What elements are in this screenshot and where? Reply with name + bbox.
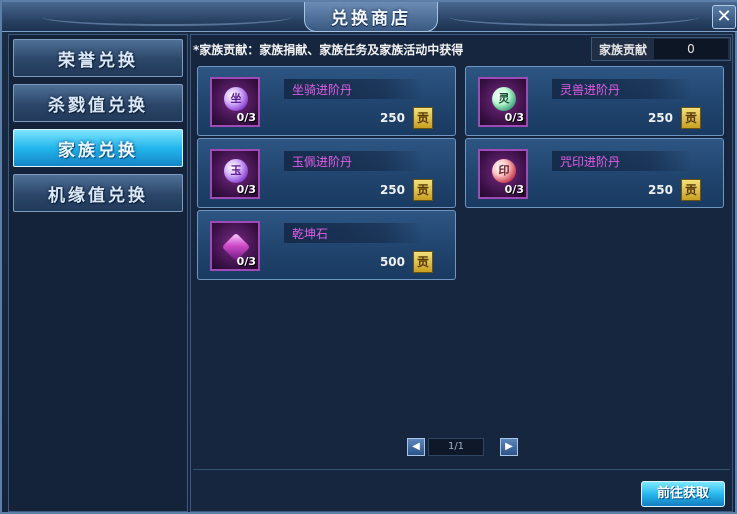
item-slot[interactable]: 灵 0/3 [478,77,528,127]
category-sidebar: 荣誉兑换 杀戮值兑换 家族兑换 机缘值兑换 [8,34,188,512]
tab-label: 荣誉兑换 [58,50,138,71]
exchange-shop-window: 兑换商店 ✕ 荣誉兑换 杀戮值兑换 家族兑换 机缘值兑换 *家族贡献：家族捐献、… [0,0,737,514]
contribution-currency-icon: 贡 [681,179,701,201]
item-price: 250 [647,183,673,197]
item-price: 250 [647,111,673,125]
item-name-bar: 玉佩进阶丹 [284,151,424,171]
item-name: 咒印进阶丹 [560,155,621,169]
contribution-currency-icon: 贡 [413,179,433,201]
window-title: 兑换商店 [331,9,411,29]
item-count: 0/3 [236,183,256,196]
contribution-currency-icon: 贡 [413,107,433,129]
tab-label: 杀戮值兑换 [48,95,148,116]
item-count: 0/3 [504,183,524,196]
contribution-value: 0 [654,39,728,59]
shop-item-card[interactable]: 玉 0/3 玉佩进阶丹 250 贡 [197,138,456,208]
item-slot[interactable]: 坐 0/3 [210,77,260,127]
tab-kill-value-exchange[interactable]: 杀戮值兑换 [13,84,183,122]
title-ornament-left [42,8,292,26]
item-name: 乾坤石 [292,227,329,241]
item-name: 玉佩进阶丹 [292,155,353,169]
close-button[interactable]: ✕ [712,5,736,29]
tab-label: 家族兑换 [58,140,138,161]
item-slot[interactable]: 印 0/3 [478,149,528,199]
item-price: 250 [379,183,405,197]
contribution-currency-icon: 贡 [413,251,433,273]
contribution-display: 家族贡献 0 [591,37,731,61]
tab-label: 机缘值兑换 [48,185,148,206]
footer-divider [193,469,730,470]
contribution-currency-icon: 贡 [681,107,701,129]
purple-orb-icon: 玉 [224,159,248,183]
green-orb-icon: 灵 [492,87,516,111]
shop-item-card[interactable]: 坐 0/3 坐骑进阶丹 250 贡 [197,66,456,136]
item-name: 坐骑进阶丹 [292,83,353,97]
next-page-button[interactable]: ▶ [500,438,518,456]
item-name-bar: 乾坤石 [284,223,424,243]
contribution-label: 家族贡献 [598,42,647,57]
title-plaque: 兑换商店 [304,2,438,32]
close-icon: ✕ [716,6,732,27]
item-name-bar: 咒印进阶丹 [552,151,692,171]
item-count: 0/3 [236,111,256,124]
item-name: 灵兽进阶丹 [560,83,621,97]
item-slot[interactable]: 玉 0/3 [210,149,260,199]
item-price: 250 [379,111,405,125]
shop-item-card[interactable]: 印 0/3 咒印进阶丹 250 贡 [465,138,724,208]
item-name-bar: 灵兽进阶丹 [552,79,692,99]
item-name-bar: 坐骑进阶丹 [284,79,424,99]
goto-obtain-button[interactable]: 前往获取 [641,481,725,507]
tab-fortune-value-exchange[interactable]: 机缘值兑换 [13,174,183,212]
tab-honor-exchange[interactable]: 荣誉兑换 [13,39,183,77]
shop-item-card[interactable]: 0/3 乾坤石 500 贡 [197,210,456,280]
prev-page-button[interactable]: ◀ [407,438,425,456]
shop-item-card[interactable]: 灵 0/3 灵兽进阶丹 250 贡 [465,66,724,136]
red-orb-icon: 印 [492,159,516,183]
tab-family-exchange[interactable]: 家族兑换 [13,129,183,167]
contribution-notice: *家族贡献：家族捐献、家族任务及家族活动中获得 [193,43,464,57]
item-count: 0/3 [236,255,256,268]
title-ornament-right [449,8,699,26]
item-count: 0/3 [504,111,524,124]
page-indicator: 1/1 [428,438,484,456]
shop-panel: *家族贡献：家族捐献、家族任务及家族活动中获得 家族贡献 0 坐 0/3 坐骑进… [190,34,733,512]
purple-orb-icon: 坐 [224,87,248,111]
arrow-right-icon: ▶ [505,441,513,452]
title-bar: 兑换商店 ✕ [2,2,737,32]
item-slot[interactable]: 0/3 [210,221,260,271]
arrow-left-icon: ◀ [412,441,420,452]
item-price: 500 [379,255,405,269]
